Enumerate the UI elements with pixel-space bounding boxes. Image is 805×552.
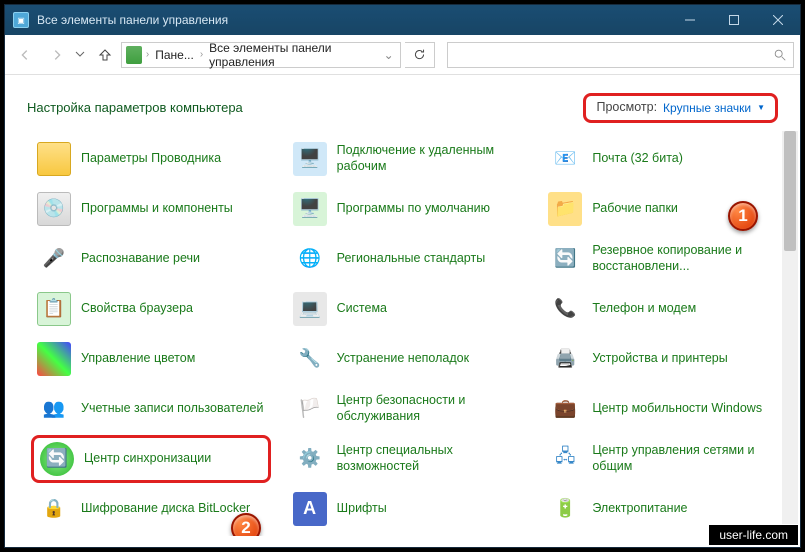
close-button[interactable] xyxy=(756,6,800,34)
page-title: Настройка параметров компьютера xyxy=(27,100,243,115)
item-color[interactable]: Управление цветом xyxy=(31,335,271,383)
breadcrumb-2[interactable]: Все элементы панели управления xyxy=(205,41,382,69)
scrollbar[interactable] xyxy=(782,131,798,536)
item-phone-modem[interactable]: 📞Телефон и модем xyxy=(542,285,782,333)
address-dropdown[interactable]: ⌄ xyxy=(384,48,396,62)
control-panel-icon xyxy=(126,46,142,64)
sync-icon: 🔄 xyxy=(40,442,74,476)
search-input[interactable] xyxy=(447,42,794,68)
history-dropdown[interactable] xyxy=(75,46,89,64)
scrollbar-thumb[interactable] xyxy=(784,131,796,251)
up-button[interactable] xyxy=(93,43,117,67)
folder-icon xyxy=(37,142,71,176)
forward-button[interactable] xyxy=(43,41,71,69)
item-devices-printers[interactable]: 🖨️Устройства и принтеры xyxy=(542,335,782,383)
title-bar: ▣ Все элементы панели управления xyxy=(5,5,800,35)
lock-icon: 🔒 xyxy=(37,492,71,526)
power-icon: 🔋 xyxy=(548,492,582,526)
work-folder-icon: 📁 xyxy=(548,192,582,226)
item-backup[interactable]: 🔄Резервное копирование и восстановлени..… xyxy=(542,235,782,283)
item-region[interactable]: 🌐Региональные стандарты xyxy=(287,235,527,283)
flag-icon: 🏳️ xyxy=(293,392,327,426)
item-troubleshoot[interactable]: 🔧Устранение неполадок xyxy=(287,335,527,383)
color-icon xyxy=(37,342,71,376)
item-speech[interactable]: 🎤Распознавание речи xyxy=(31,235,271,283)
item-explorer-options[interactable]: Параметры Проводника xyxy=(31,135,271,183)
accessibility-icon: ⚙️ xyxy=(293,442,327,476)
font-icon: A xyxy=(293,492,327,526)
address-bar[interactable]: › Пане... › Все элементы панели управлен… xyxy=(121,42,401,68)
view-selector[interactable]: Просмотр: Крупные значки ▼ xyxy=(583,93,778,123)
item-ease-of-access[interactable]: ⚙️Центр специальных возможностей xyxy=(287,435,527,483)
network-icon: 🖧 xyxy=(548,442,582,476)
mobility-icon: 💼 xyxy=(548,392,582,426)
remote-icon: 🖥️ xyxy=(293,142,327,176)
item-network-center[interactable]: 🖧Центр управления сетями и общим xyxy=(542,435,782,483)
programs-icon: 💿 xyxy=(37,192,71,226)
item-sync-center[interactable]: 🔄Центр синхронизации xyxy=(31,435,271,483)
breadcrumb-separator: › xyxy=(200,49,203,60)
browser-icon: 📋 xyxy=(37,292,71,326)
item-internet-options[interactable]: 📋Свойства браузера xyxy=(31,285,271,333)
microphone-icon: 🎤 xyxy=(37,242,71,276)
app-icon: ▣ xyxy=(13,12,29,28)
breadcrumb-1[interactable]: Пане... xyxy=(151,48,198,62)
printer-icon: 🖨️ xyxy=(548,342,582,376)
maximize-button[interactable] xyxy=(712,6,756,34)
defaults-icon: 🖥️ xyxy=(293,192,327,226)
window-title: Все элементы панели управления xyxy=(37,13,228,27)
breadcrumb-separator: › xyxy=(146,49,149,60)
item-programs[interactable]: 💿Программы и компоненты xyxy=(31,185,271,233)
chevron-down-icon: ▼ xyxy=(757,103,765,112)
users-icon: 👥 xyxy=(37,392,71,426)
refresh-button[interactable] xyxy=(405,42,435,68)
mail-icon: 📧 xyxy=(548,142,582,176)
item-remote-desktop[interactable]: 🖥️Подключение к удаленным рабочим xyxy=(287,135,527,183)
backup-icon: 🔄 xyxy=(548,242,582,276)
system-icon: 💻 xyxy=(293,292,327,326)
navigation-bar: › Пане... › Все элементы панели управлен… xyxy=(5,35,800,75)
watermark: user-life.com xyxy=(708,524,799,546)
back-button[interactable] xyxy=(11,41,39,69)
item-fonts[interactable]: AШрифты xyxy=(287,485,527,533)
globe-icon: 🌐 xyxy=(293,242,327,276)
view-label: Просмотр: xyxy=(596,100,657,116)
troubleshoot-icon: 🔧 xyxy=(293,342,327,376)
item-mobility[interactable]: 💼Центр мобильности Windows xyxy=(542,385,782,433)
view-value: Крупные значки xyxy=(663,101,751,115)
minimize-button[interactable] xyxy=(668,6,712,34)
item-system[interactable]: 💻Система xyxy=(287,285,527,333)
item-user-accounts[interactable]: 👥Учетные записи пользователей xyxy=(31,385,271,433)
annotation-badge-1: 1 xyxy=(728,201,758,231)
item-security-center[interactable]: 🏳️Центр безопасности и обслуживания xyxy=(287,385,527,433)
item-default-programs[interactable]: 🖥️Программы по умолчанию xyxy=(287,185,527,233)
phone-icon: 📞 xyxy=(548,292,582,326)
item-mail[interactable]: 📧Почта (32 бита) xyxy=(542,135,782,183)
